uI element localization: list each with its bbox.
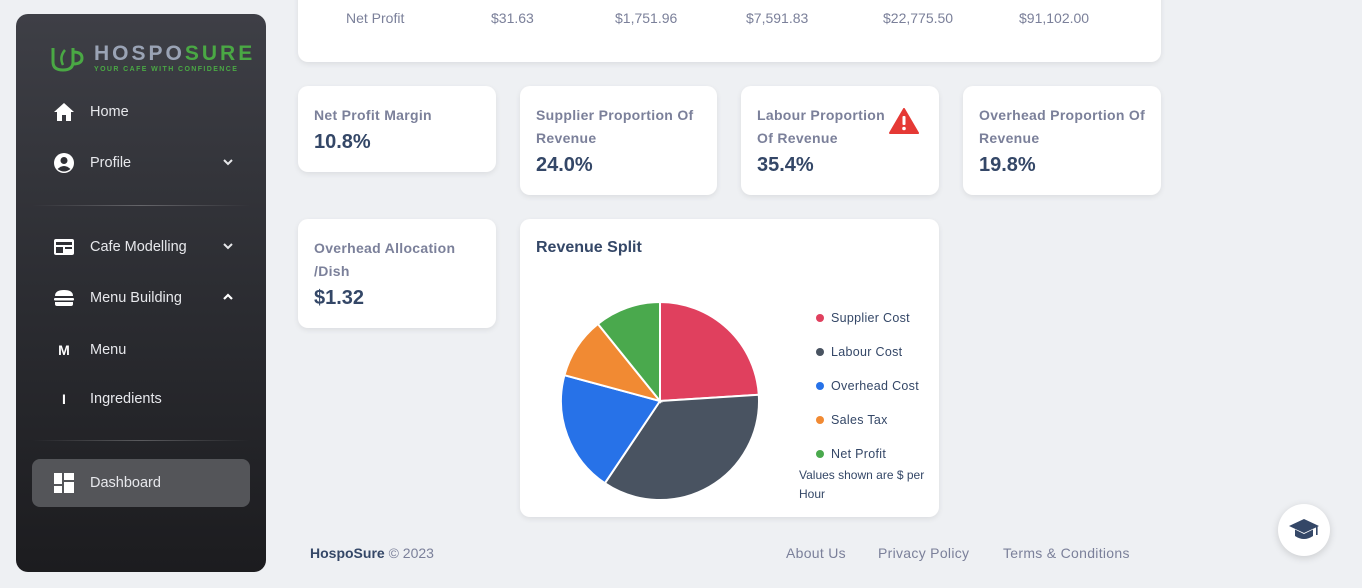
- legend-label: Net Profit: [831, 447, 887, 461]
- sidebar-item-menu[interactable]: M Menu: [32, 328, 250, 372]
- sidebar-item-label: Menu: [90, 342, 127, 358]
- profit-table-card: Net Profit $31.63 $1,751.96 $7,591.83 $2…: [298, 0, 1161, 62]
- chart-legend: Supplier Cost Labour Cost Overhead Cost Sal…: [816, 301, 919, 471]
- revenue-pie-chart: [560, 300, 760, 501]
- burger-icon: [52, 289, 76, 307]
- sidebar-item-home[interactable]: Home: [32, 90, 250, 134]
- legend-label: Supplier Cost: [831, 311, 910, 325]
- legend-dot: [816, 348, 824, 356]
- chart-note: Values shown are $ per Hour: [799, 468, 925, 501]
- home-icon: [52, 102, 76, 122]
- legend-dot: [816, 416, 824, 424]
- legend-item[interactable]: Supplier Cost: [816, 301, 919, 335]
- cup-logo-icon: [51, 48, 84, 72]
- sidebar-divider: [32, 440, 250, 441]
- ingredients-initial: I: [62, 391, 66, 407]
- legend-dot: [816, 382, 824, 390]
- chart-title: Revenue Split: [536, 239, 642, 256]
- footer-brand: HospoSure: [310, 545, 385, 561]
- stat-value: 24.0%: [536, 154, 593, 176]
- revenue-split-card: Revenue Split Supplier Cost Labour Cost Ov…: [520, 219, 939, 517]
- sidebar-divider: [32, 205, 250, 206]
- stat-label: Supplier Proportion Of Revenue: [536, 107, 694, 146]
- stat-card-labour-proportion: Labour Proportion Of Revenue 35.4%: [741, 86, 939, 195]
- footer-year: © 2023: [388, 545, 434, 561]
- net-profit-label: Net Profit: [346, 10, 405, 26]
- net-profit-value: $22,775.50: [883, 10, 954, 26]
- sidebar-item-label: Home: [90, 104, 129, 120]
- legend-label: Sales Tax: [831, 413, 888, 427]
- stat-value: 19.8%: [979, 154, 1036, 176]
- net-profit-value: $91,102.00: [1019, 10, 1090, 26]
- sidebar-item-label: Ingredients: [90, 391, 162, 407]
- net-profit-value: $1,751.96: [615, 10, 678, 26]
- sidebar-item-ingredients[interactable]: I Ingredients: [32, 377, 250, 421]
- brand-tagline: YOUR CAFE WITH CONFIDENCE: [94, 66, 239, 73]
- stat-value: 10.8%: [314, 131, 371, 153]
- warning-icon: [889, 108, 919, 134]
- legend-item[interactable]: Sales Tax: [816, 403, 919, 437]
- footer-link-privacy[interactable]: Privacy Policy: [878, 545, 969, 561]
- chevron-up-icon: [223, 293, 233, 300]
- sidebar: HOSPOSURE YOUR CAFE WITH CONFIDENCE Home…: [16, 14, 266, 572]
- stat-card-overhead-proportion: Overhead Proportion Of Revenue 19.8%: [963, 86, 1161, 195]
- legend-item[interactable]: Overhead Cost: [816, 369, 919, 403]
- legend-dot: [816, 314, 824, 322]
- user-circle-icon: [52, 152, 76, 174]
- legend-item[interactable]: Labour Cost: [816, 335, 919, 369]
- sidebar-item-dashboard[interactable]: Dashboard: [32, 459, 250, 507]
- footer-copyright: HospoSure © 2023: [310, 545, 434, 561]
- net-profit-value: $31.63: [491, 10, 534, 26]
- sidebar-item-menu-building[interactable]: Menu Building: [32, 276, 250, 320]
- sidebar-item-label: Menu Building: [90, 290, 182, 306]
- legend-label: Labour Cost: [831, 345, 903, 359]
- brand-name: HOSPOSURE: [94, 42, 256, 65]
- pie-slice-supplier-cost[interactable]: [659, 300, 760, 403]
- dashboard-icon: [52, 473, 76, 493]
- chevron-down-icon: [223, 159, 233, 166]
- footer-link-about[interactable]: About Us: [786, 545, 846, 561]
- sidebar-item-label: Cafe Modelling: [90, 239, 187, 255]
- sidebar-item-label: Profile: [90, 155, 132, 171]
- stat-card-supplier-proportion: Supplier Proportion Of Revenue 24.0%: [520, 86, 717, 195]
- menu-initial: M: [58, 342, 70, 358]
- stat-value: 35.4%: [757, 154, 814, 176]
- footer-link-terms[interactable]: Terms & Conditions: [1003, 545, 1130, 561]
- sidebar-item-label: Dashboard: [90, 475, 161, 491]
- stat-card-net-profit-margin: Net Profit Margin 10.8%: [298, 86, 496, 172]
- stat-label: Labour Proportion Of Revenue: [757, 107, 885, 146]
- stat-label: Overhead Proportion Of Revenue: [979, 107, 1146, 146]
- sidebar-item-profile[interactable]: Profile: [32, 141, 250, 185]
- chevron-down-icon: [223, 243, 233, 250]
- graduation-cap-icon: [1289, 519, 1319, 539]
- stat-card-overhead-allocation: Overhead Allocation /Dish $1.32: [298, 219, 496, 328]
- help-button[interactable]: [1278, 504, 1330, 556]
- legend-dot: [816, 450, 824, 458]
- net-profit-value: $7,591.83: [746, 10, 809, 26]
- stat-label: Overhead Allocation /Dish: [314, 240, 456, 279]
- brand-logo[interactable]: HOSPOSURE YOUR CAFE WITH CONFIDENCE: [50, 42, 255, 74]
- sidebar-item-cafe-modelling[interactable]: Cafe Modelling: [32, 225, 250, 269]
- stat-label: Net Profit Margin: [314, 107, 432, 123]
- storefront-icon: [52, 238, 76, 256]
- legend-label: Overhead Cost: [831, 379, 919, 393]
- stat-value: $1.32: [314, 287, 365, 309]
